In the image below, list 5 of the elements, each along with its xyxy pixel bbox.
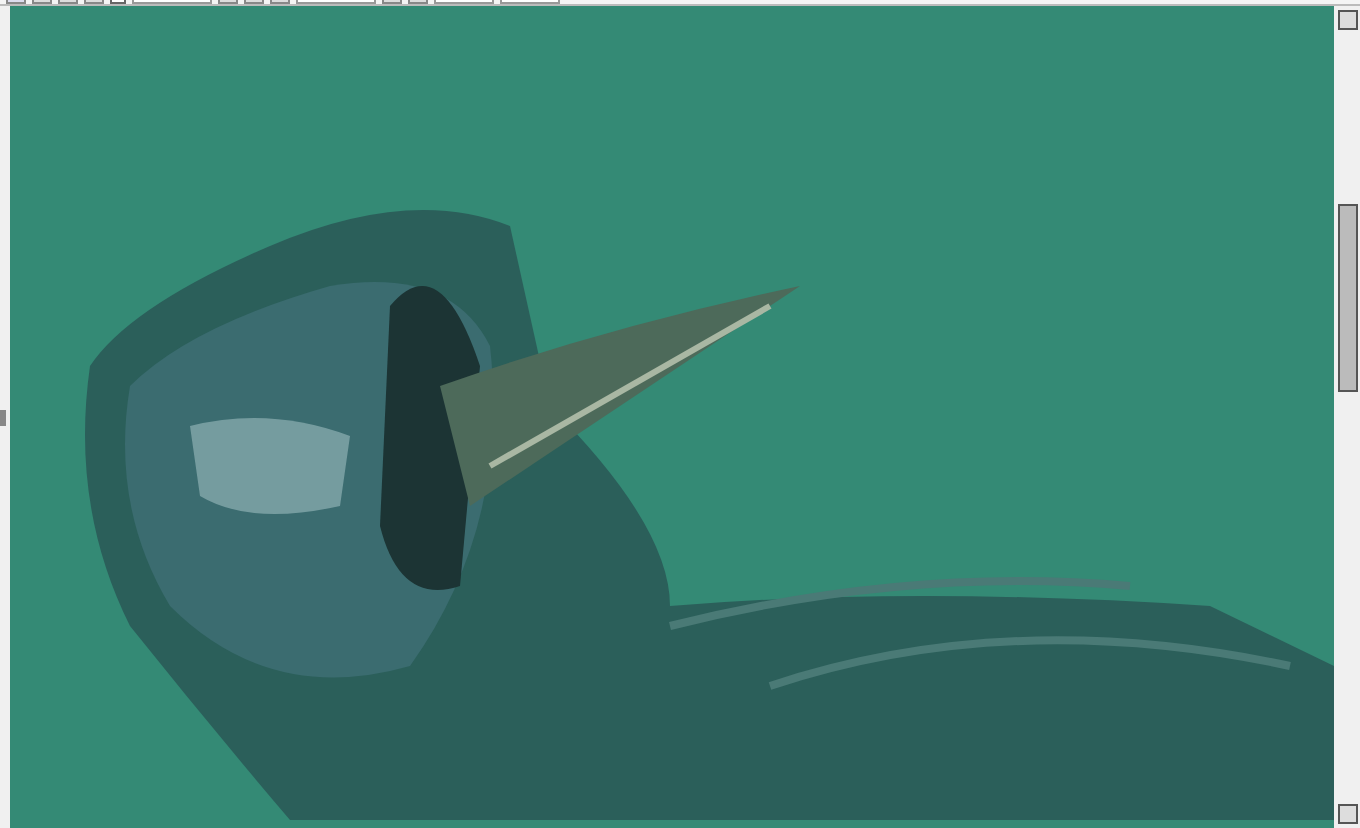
scroll-down-button[interactable] bbox=[1337, 804, 1357, 824]
resize-handle[interactable] bbox=[0, 409, 6, 425]
vertical-scrollbar[interactable] bbox=[1334, 6, 1360, 828]
scroll-up-button[interactable] bbox=[1337, 10, 1357, 30]
scroll-thumb[interactable] bbox=[1337, 203, 1357, 391]
